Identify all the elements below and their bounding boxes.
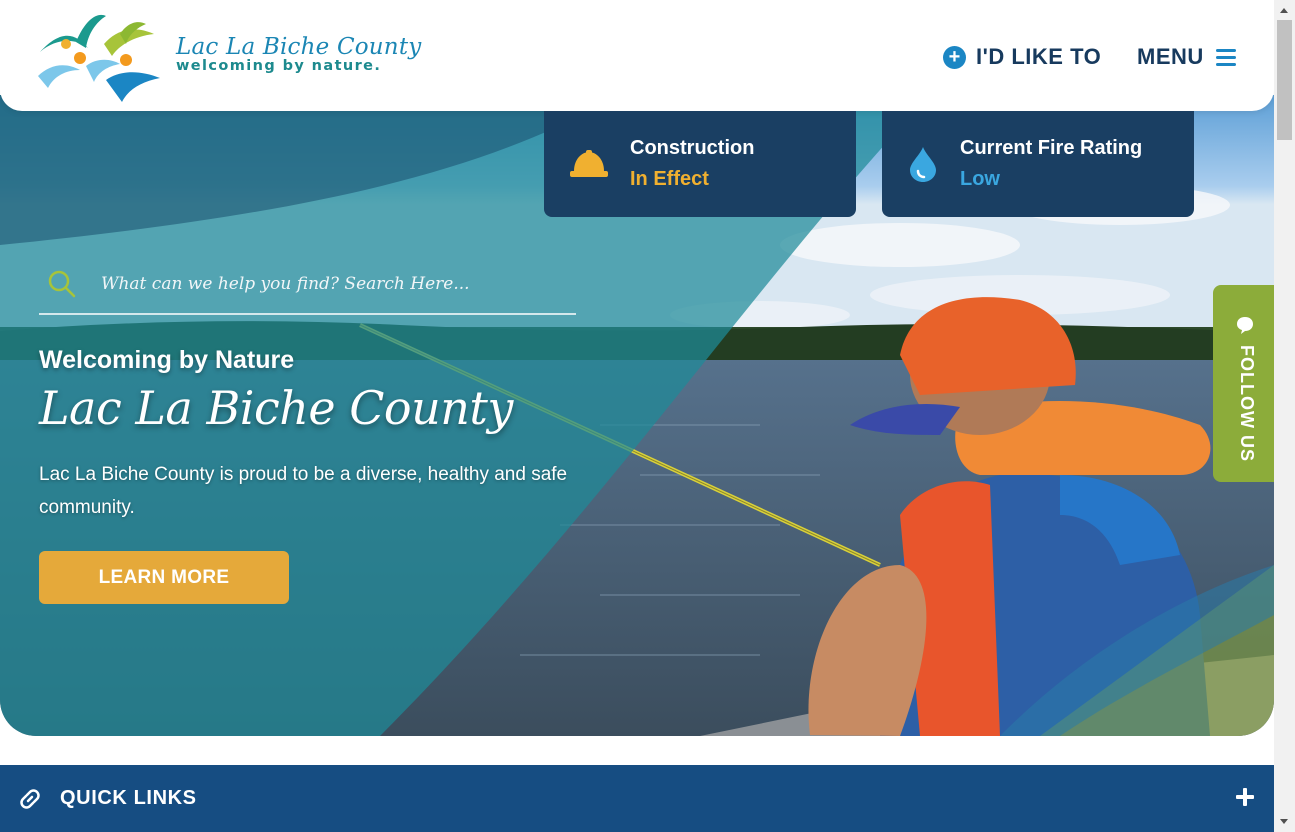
- learn-more-button[interactable]: LEARN MORE: [39, 551, 289, 604]
- logo-title: Lac La Biche County: [176, 34, 422, 60]
- id-like-to-label: I'D LIKE TO: [976, 44, 1102, 69]
- menu-label: MENU: [1137, 44, 1204, 69]
- water-drop-icon: [910, 147, 936, 182]
- id-like-to-button[interactable]: + I'D LIKE TO: [943, 42, 1101, 72]
- quick-links-bar[interactable]: QUICK LINKS: [0, 765, 1274, 832]
- search-input[interactable]: [101, 274, 576, 294]
- menu-button[interactable]: MENU: [1137, 42, 1236, 72]
- scrollbar-thumb[interactable]: [1277, 20, 1292, 140]
- page-scrollbar[interactable]: [1274, 0, 1295, 832]
- scroll-down-arrow-icon[interactable]: [1280, 819, 1288, 824]
- logo-figures-icon: [38, 14, 160, 102]
- hero-description: Lac La Biche County is proud to be a div…: [39, 464, 568, 518]
- status-value: Low: [960, 168, 1000, 190]
- status-title: Current Fire Rating: [960, 137, 1143, 159]
- scroll-up-arrow-icon[interactable]: [1280, 8, 1288, 13]
- logo-tagline: welcoming by nature.: [176, 58, 382, 74]
- site-search: [39, 255, 576, 315]
- expand-plus-icon[interactable]: [1233, 785, 1257, 809]
- plus-circle-icon: +: [943, 45, 966, 69]
- hero-title: Lac La Biche County: [39, 381, 513, 435]
- link-icon: [20, 788, 40, 809]
- search-icon[interactable]: [47, 269, 77, 299]
- follow-us-label: FOLLOW US: [1237, 345, 1257, 462]
- hero-subtitle: Welcoming by Nature: [39, 346, 295, 374]
- hard-hat-icon: [570, 150, 608, 177]
- site-header: Lac La Biche County welcoming by nature.…: [0, 0, 1274, 111]
- fire-rating-status-card[interactable]: Current Fire Rating Low: [882, 111, 1194, 217]
- construction-status-card[interactable]: Construction In Effect: [544, 111, 856, 217]
- speech-bubble-icon: [1237, 317, 1253, 334]
- status-title: Construction: [630, 137, 755, 159]
- status-value: In Effect: [630, 168, 709, 190]
- site-logo[interactable]: Lac La Biche County welcoming by nature.: [36, 8, 421, 104]
- follow-us-tab[interactable]: FOLLOW US: [1213, 285, 1275, 482]
- hamburger-icon: [1215, 48, 1236, 66]
- quick-links-label: QUICK LINKS: [60, 787, 197, 809]
